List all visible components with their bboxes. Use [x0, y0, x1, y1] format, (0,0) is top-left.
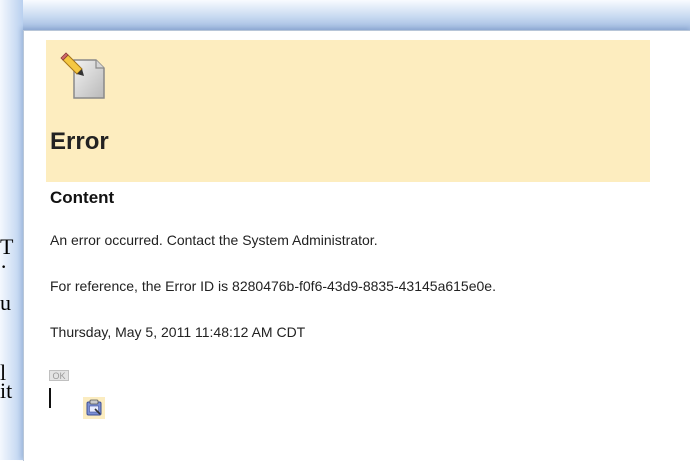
clipboard-icon[interactable]	[83, 397, 105, 419]
window-frame-left: T · u l it	[0, 0, 23, 460]
background-text-fragment: it	[0, 380, 13, 402]
error-timestamp: Thursday, May 5, 2011 11:48:12 AM CDT	[50, 324, 306, 340]
text-caret	[49, 388, 51, 408]
error-message: An error occurred. Contact the System Ad…	[50, 232, 378, 248]
window-frame-top	[0, 0, 690, 30]
error-header-panel: Error	[46, 40, 650, 182]
error-reference: For reference, the Error ID is 8280476b-…	[50, 278, 496, 294]
background-text-fragment: ·	[0, 256, 8, 278]
background-text-fragment: T	[0, 236, 14, 258]
content-heading: Content	[50, 188, 115, 207]
ok-button[interactable]: OK	[49, 370, 69, 381]
background-text-fragment: u	[0, 292, 11, 314]
document-edit-icon	[60, 50, 106, 104]
error-title: Error	[50, 128, 109, 155]
